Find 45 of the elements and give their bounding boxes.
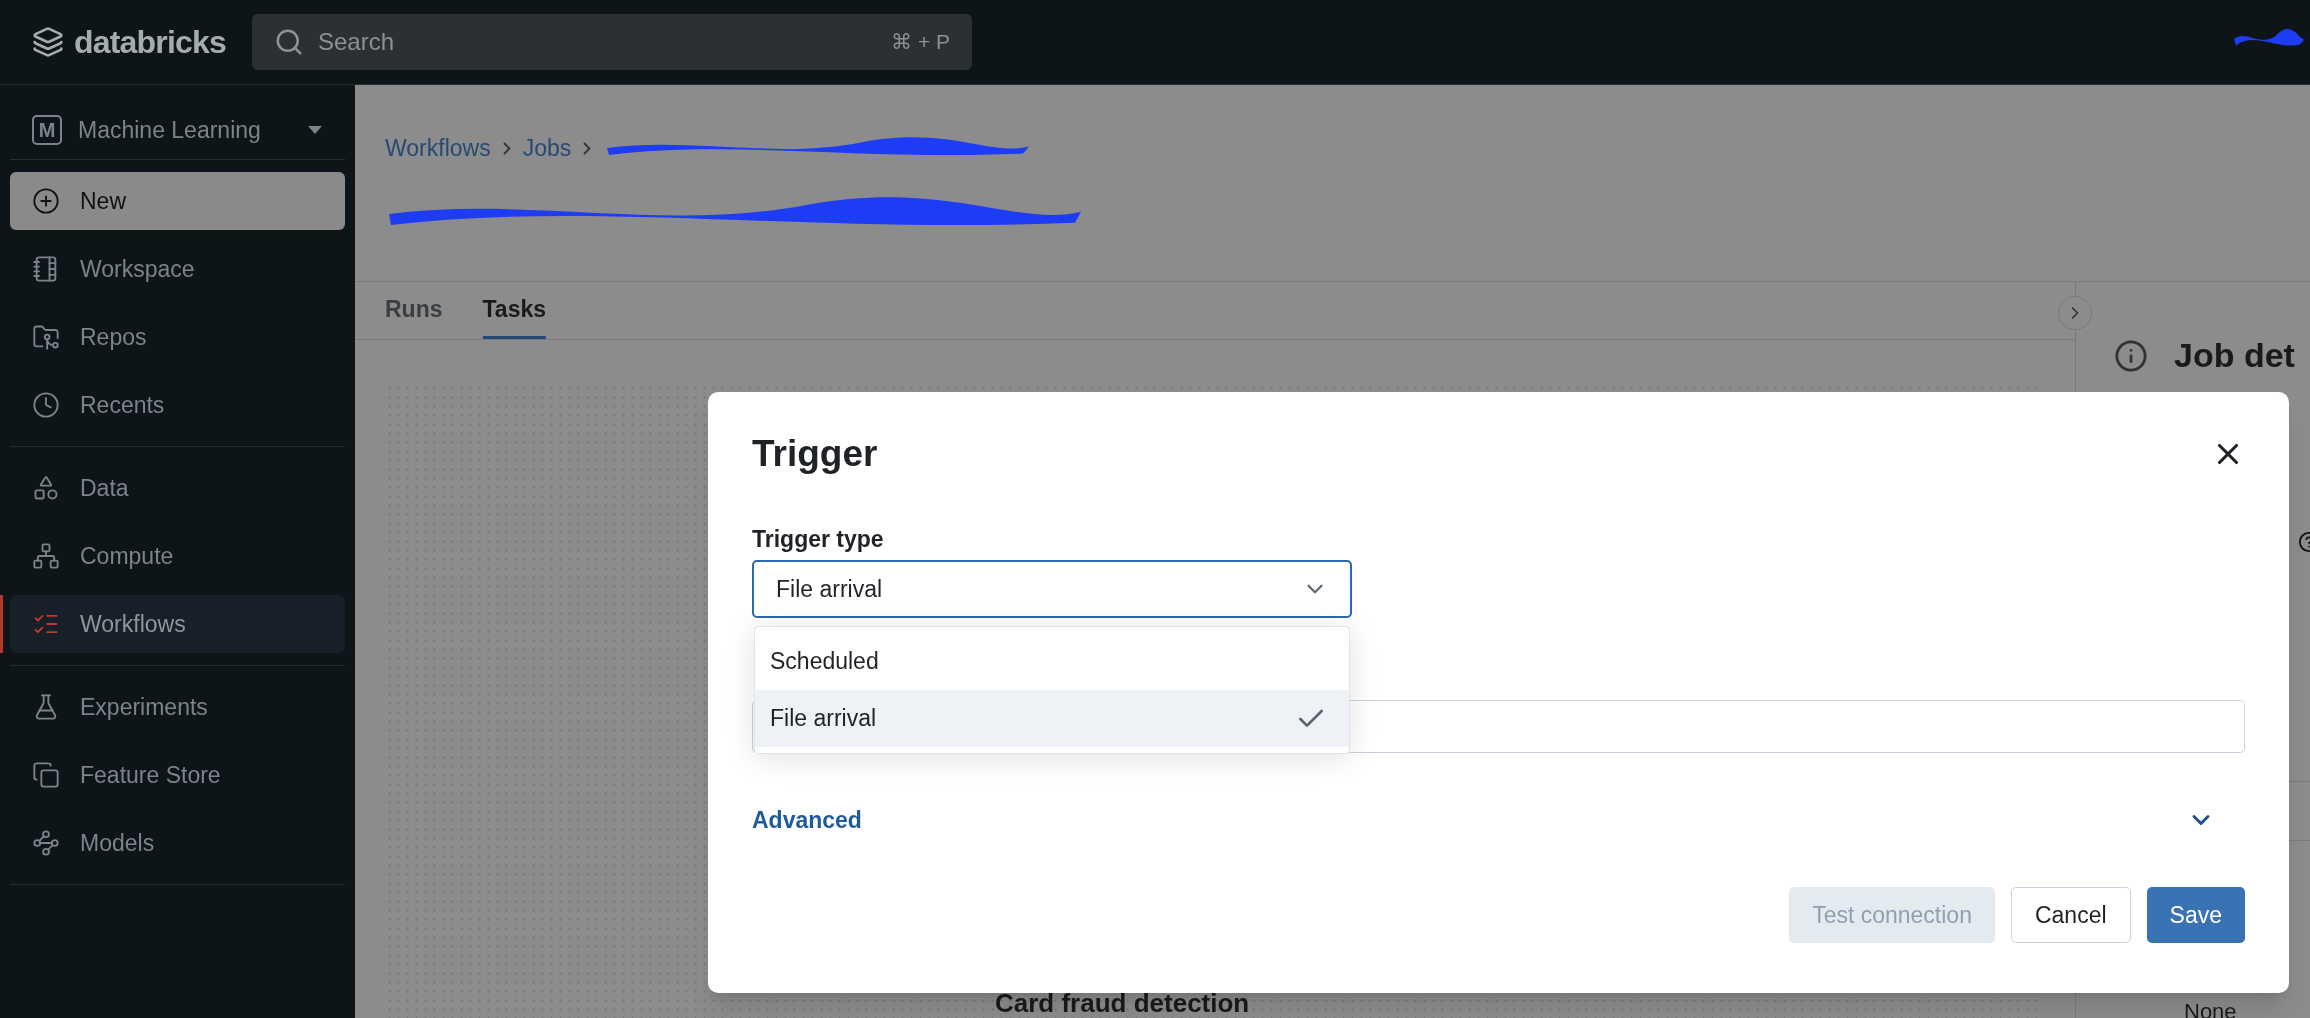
dialog-button[interactable]: Cancel	[2010, 887, 2131, 943]
sidebar-item[interactable]: Compute	[10, 527, 345, 585]
nodes-icon	[32, 829, 60, 857]
shapes-icon	[32, 474, 60, 502]
workspace-name: Machine Learning	[78, 115, 262, 145]
panel-title: Job det	[2174, 335, 2295, 376]
layers-logo-icon	[32, 26, 64, 58]
breadcrumb-link[interactable]: Jobs	[522, 131, 572, 166]
caret-icon	[307, 125, 323, 135]
dropdown-option[interactable]: File arrival	[755, 690, 1349, 747]
tab[interactable]: Tasks	[482, 291, 546, 339]
dialog-button[interactable]: Save	[2146, 887, 2245, 943]
folder-branch-icon	[32, 323, 60, 351]
clock-icon	[32, 391, 60, 419]
logo-text: databricks	[74, 23, 227, 62]
breadcrumb-link[interactable]: Workflows	[385, 131, 491, 166]
dropdown-option[interactable]: Scheduled	[755, 633, 1349, 690]
collapse-button[interactable]	[2058, 296, 2092, 330]
chevron-right-icon	[502, 141, 511, 155]
field-label: Trigger type	[752, 524, 885, 554]
shortcut-hint: ⌘ + P	[891, 29, 950, 56]
stacked-squares-icon	[32, 761, 60, 789]
sidebar-item[interactable]: Recents	[10, 376, 345, 434]
sidebar-item[interactable]: Models	[10, 814, 345, 872]
info-icon	[2114, 338, 2148, 373]
workspace-badge: M	[32, 115, 62, 145]
search-field[interactable]: Search ⌘ + P	[252, 14, 972, 70]
advanced-toggle[interactable]: Advanced	[752, 803, 2245, 838]
search-icon	[274, 27, 304, 57]
trigger-type-select[interactable]: File arrival	[752, 560, 1352, 618]
task-title: Card fraud detection	[995, 990, 1250, 1018]
plus-circle-icon	[32, 187, 60, 215]
workspace-switcher[interactable]: M Machine Learning	[10, 101, 345, 159]
chevron-right-icon	[583, 141, 592, 155]
sidebar-item[interactable]: Experiments	[10, 678, 345, 736]
sidebar-item[interactable]: Workflows	[10, 595, 345, 653]
sidebar-item[interactable]: Data	[10, 459, 345, 517]
dialog-title: Trigger	[752, 432, 878, 476]
sidebar-item[interactable]: Repos	[10, 308, 345, 366]
new-button[interactable]: New	[10, 172, 345, 230]
sidebar-item[interactable]: Feature Store	[10, 746, 345, 804]
network-icon	[32, 542, 60, 570]
sidebar-item[interactable]: Workspace	[10, 240, 345, 298]
tab[interactable]: Runs	[385, 291, 443, 339]
search-placeholder: Search	[318, 27, 395, 57]
